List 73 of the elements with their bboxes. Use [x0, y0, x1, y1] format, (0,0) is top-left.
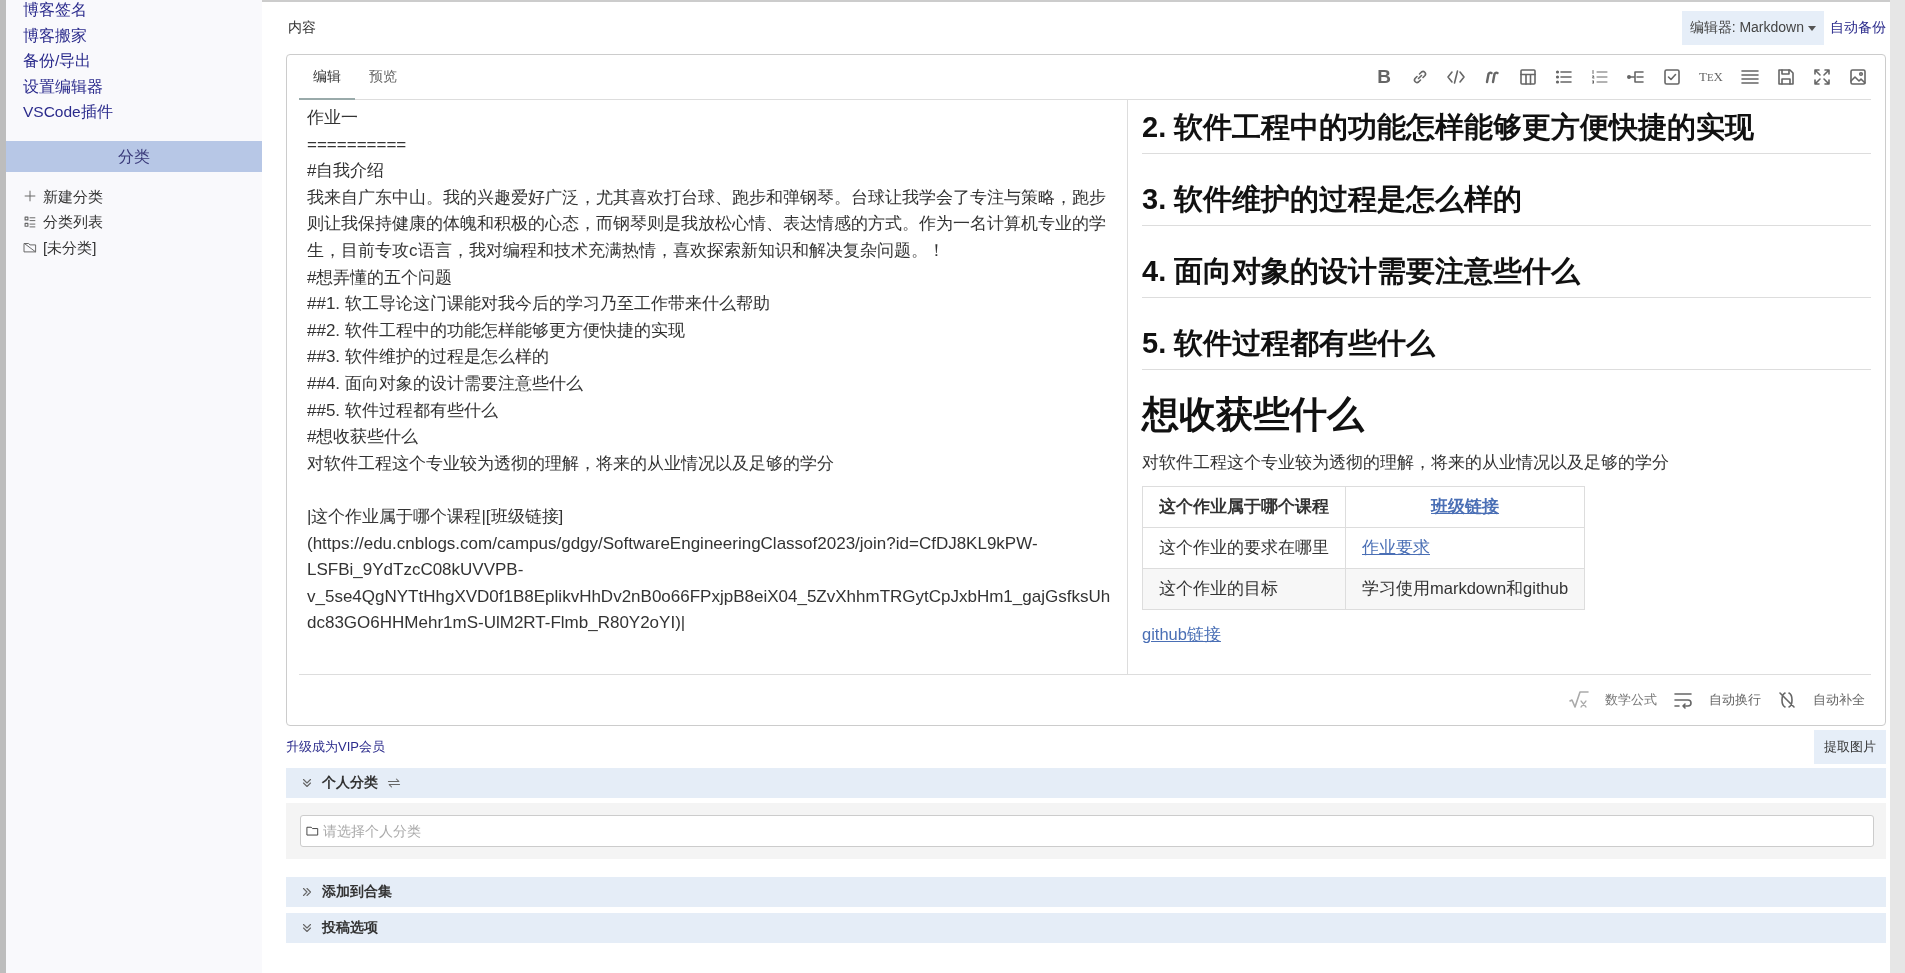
category-header: 分类	[6, 140, 262, 172]
editor-tab[interactable]: 预览	[355, 55, 411, 100]
preview-heading: 4. 面向对象的设计需要注意些什么	[1142, 246, 1871, 298]
editor-line: ##5. 软件过程都有些什么	[307, 399, 499, 422]
plus-icon	[23, 189, 37, 204]
table-header-cell: 这个作业属于哪个课程	[1142, 486, 1346, 528]
category-link[interactable]: 新建分类	[43, 183, 103, 209]
wrap-icon	[1673, 690, 1693, 710]
editor-line: ##1. 软工导论这门课能对我今后的学习乃至工作带来什么帮助	[307, 293, 771, 316]
image-icon	[1848, 67, 1868, 87]
section-header[interactable]: 投稿选项	[286, 913, 1886, 943]
editor-tab[interactable]: 编辑	[299, 55, 355, 100]
editor-line: 对软件工程这个专业较为透彻的理解，将来的从业情况以及足够的学分	[307, 452, 835, 475]
preview-heading: 5. 软件过程都有些什么	[1142, 318, 1871, 370]
folder-icon	[23, 240, 37, 255]
preview-heading: 3. 软件维护的过程是怎么样的	[1142, 174, 1871, 226]
bold-button[interactable]: B	[1371, 64, 1397, 90]
section-header[interactable]: 添加到合集	[286, 877, 1886, 907]
save-icon	[1776, 67, 1796, 87]
table-link[interactable]: 班级链接	[1431, 497, 1500, 515]
category-link[interactable]: 分类列表	[43, 209, 103, 235]
editor-line: #想收获些什么	[307, 426, 420, 449]
editor-option[interactable]: 自动补全	[1807, 690, 1871, 710]
preview-link[interactable]: github链接	[1142, 625, 1221, 643]
horizontal-rule-icon	[1740, 67, 1760, 87]
double-chevron-right-icon	[300, 885, 314, 899]
sidebar-link[interactable]: 备份/导出	[23, 48, 262, 74]
editor-line: ##3. 软件维护的过程是怎么样的	[307, 346, 550, 369]
swap-icon	[386, 775, 402, 791]
folder-icon	[306, 824, 319, 837]
category-field[interactable]: 请选择个人分类	[300, 815, 1874, 847]
numbered-list-icon	[1590, 67, 1610, 87]
category-link[interactable]: [未分类]	[43, 234, 97, 260]
editor-line: ##4. 面向对象的设计需要注意些什么	[307, 372, 584, 395]
editor-line: 作业一	[307, 107, 359, 129]
preview-heading: 想收获些什么	[1142, 393, 1366, 437]
section-title: 投稿选项	[322, 919, 378, 937]
editor-line: ==========	[307, 133, 408, 156]
crossed-bracket-icon	[1777, 690, 1797, 710]
editor-line: |这个作业属于哪个课程|[班级链接](https://edu.cnblogs.com/campus/gdgy/SoftwareEngineeringClassof2023/join?id=CfDJ8KL9kPW-LSFBi_9YdTzcC08kUVVPB-v_5se4QgNYTtHhgXVD0f1B8EplikvHhDv2nB0o66FPxjpB8eiX04_5ZvXhhmTRGytCpJxbHm1_gajGsfksUhdc83GO6HHMehr1mS-UlM2RT-Flmb_R80Y2oYI)|	[307, 505, 1112, 635]
editor-option[interactable]: 数学公式	[1599, 690, 1663, 710]
section-header[interactable]: 个人分类	[286, 768, 1886, 798]
list-icon	[23, 214, 37, 229]
code-icon	[1446, 67, 1466, 87]
fullscreen-icon	[1812, 67, 1832, 87]
sidebar-link[interactable]: 博客签名	[23, 0, 262, 23]
table-icon	[1518, 67, 1538, 87]
checkbox-icon	[1662, 67, 1682, 87]
editor-line: #自我介绍	[307, 160, 386, 183]
square-root-icon	[1569, 690, 1589, 710]
sidebar-link[interactable]: VSCode插件	[23, 99, 262, 125]
double-chevron-down-icon	[300, 921, 314, 935]
editor-line: 我来自广东中山。我的兴趣爱好广泛，尤其喜欢打台球、跑步和弹钢琴。台球让我学会了专注与策略，跑步则让我保持健康的体魄和积极的心态，而钢琴则是我放松心情、表达情感的方式。作为一名计算机专业的学生，目前专攻c语言，我对编程和技术充满热情，喜欢探索新知识和解决复杂问题。！	[307, 186, 1107, 262]
preview-paragraph: 对软件工程这个专业较为透彻的理解，将来的从业情况以及足够的学分	[1142, 452, 1670, 473]
section-title: 个人分类	[322, 774, 378, 792]
preview-heading: 2. 软件工程中的功能怎样能够更方便快捷的实现	[1142, 100, 1871, 154]
vip-link[interactable]: 升级成为VIP会员	[286, 738, 385, 756]
table-cell: 这个作业的要求在哪里	[1142, 527, 1346, 569]
editor-line: #想弄懂的五个问题	[307, 266, 454, 289]
editor-line: ##2. 软件工程中的功能怎样能够更方便快捷的实现	[307, 319, 686, 342]
sidebar-link[interactable]: 博客搬家	[23, 22, 262, 48]
extract-images-button[interactable]: 提取图片	[1814, 730, 1886, 764]
table-link[interactable]: 作业要求	[1362, 538, 1430, 556]
editor-option[interactable]: 自动换行	[1703, 690, 1767, 710]
double-chevron-down-icon	[300, 776, 314, 790]
section-title: 添加到合集	[322, 883, 392, 901]
editor-dropdown[interactable]: 编辑器: Markdown	[1681, 11, 1824, 45]
auto-backup-link[interactable]: 自动备份	[1830, 19, 1886, 37]
table-cell: 这个作业的目标	[1142, 568, 1346, 610]
table-cell: 学习使用markdown和github	[1345, 568, 1585, 610]
content-label: 内容	[287, 19, 317, 37]
bullet-list-icon	[1554, 67, 1574, 87]
sidebar-link[interactable]: 设置编辑器	[23, 73, 262, 99]
